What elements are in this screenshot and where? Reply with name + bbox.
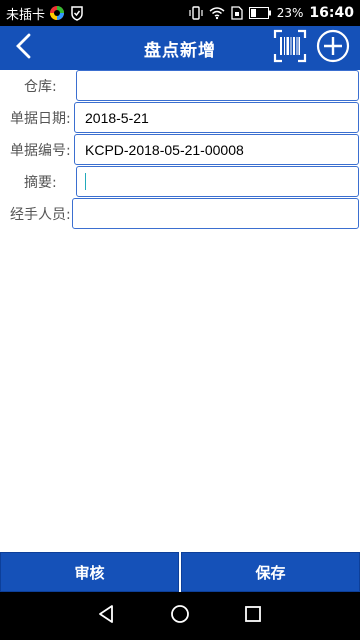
app-screen: 未插卡 23% 16:40 盘点新增 仓库: 单据日期: 2018-5-21 单…: [0, 0, 360, 640]
audit-button[interactable]: 审核: [0, 552, 179, 592]
status-bar: 未插卡 23% 16:40: [0, 0, 360, 26]
system-nav-bar: [0, 592, 360, 640]
warehouse-label: 仓库:: [24, 79, 57, 95]
doc-number-label: 单据编号:: [10, 143, 71, 159]
form-row-doc-date: 单据日期: 2018-5-21: [0, 102, 360, 133]
barcode-scan-icon: [273, 29, 307, 67]
chevron-left-icon: [14, 33, 34, 63]
page-title: 盘点新增: [144, 40, 216, 61]
form-row-summary: 摘要:: [0, 166, 360, 197]
battery-icon: [248, 7, 271, 19]
carrier-text: 未插卡: [6, 7, 46, 23]
vibrate-icon: [189, 6, 203, 20]
save-button[interactable]: 保存: [181, 552, 360, 592]
summary-field[interactable]: [76, 166, 359, 197]
square-recents-icon: [244, 605, 262, 627]
sim-icon: [231, 6, 243, 20]
battery-percent: 23%: [276, 6, 304, 20]
color-wheel-icon: [49, 5, 65, 21]
clock: 16:40: [309, 5, 354, 21]
wifi-icon: [209, 6, 225, 20]
inventory-form: 仓库: 单据日期: 2018-5-21 单据编号: KCPD-2018-05-2…: [0, 70, 360, 229]
plus-circle-icon: [316, 29, 350, 67]
form-row-handler: 经手人员:: [0, 198, 360, 229]
status-right: 23% 16:40: [189, 5, 354, 21]
doc-date-field[interactable]: 2018-5-21: [74, 102, 359, 133]
form-row-doc-number: 单据编号: KCPD-2018-05-21-00008: [0, 134, 360, 165]
nav-back-button[interactable]: [93, 602, 121, 630]
handler-field[interactable]: [72, 198, 359, 229]
handler-label: 经手人员:: [10, 207, 71, 223]
circle-home-icon: [170, 604, 190, 628]
warehouse-field[interactable]: [76, 70, 359, 101]
shield-check-icon: [69, 5, 85, 21]
nav-recents-button[interactable]: [239, 602, 267, 630]
action-bar: 审核 保存: [0, 552, 360, 592]
status-left: 未插卡: [6, 4, 85, 23]
doc-date-label: 单据日期:: [10, 111, 71, 127]
app-header: 盘点新增: [0, 26, 360, 70]
nav-home-button[interactable]: [166, 602, 194, 630]
summary-label: 摘要:: [24, 175, 57, 191]
add-button[interactable]: [314, 29, 352, 67]
doc-number-field[interactable]: KCPD-2018-05-21-00008: [74, 134, 359, 165]
form-row-warehouse: 仓库:: [0, 70, 360, 101]
text-cursor: [85, 173, 86, 190]
triangle-back-icon: [97, 604, 117, 628]
scan-barcode-button[interactable]: [272, 29, 308, 67]
back-button[interactable]: [6, 30, 42, 66]
